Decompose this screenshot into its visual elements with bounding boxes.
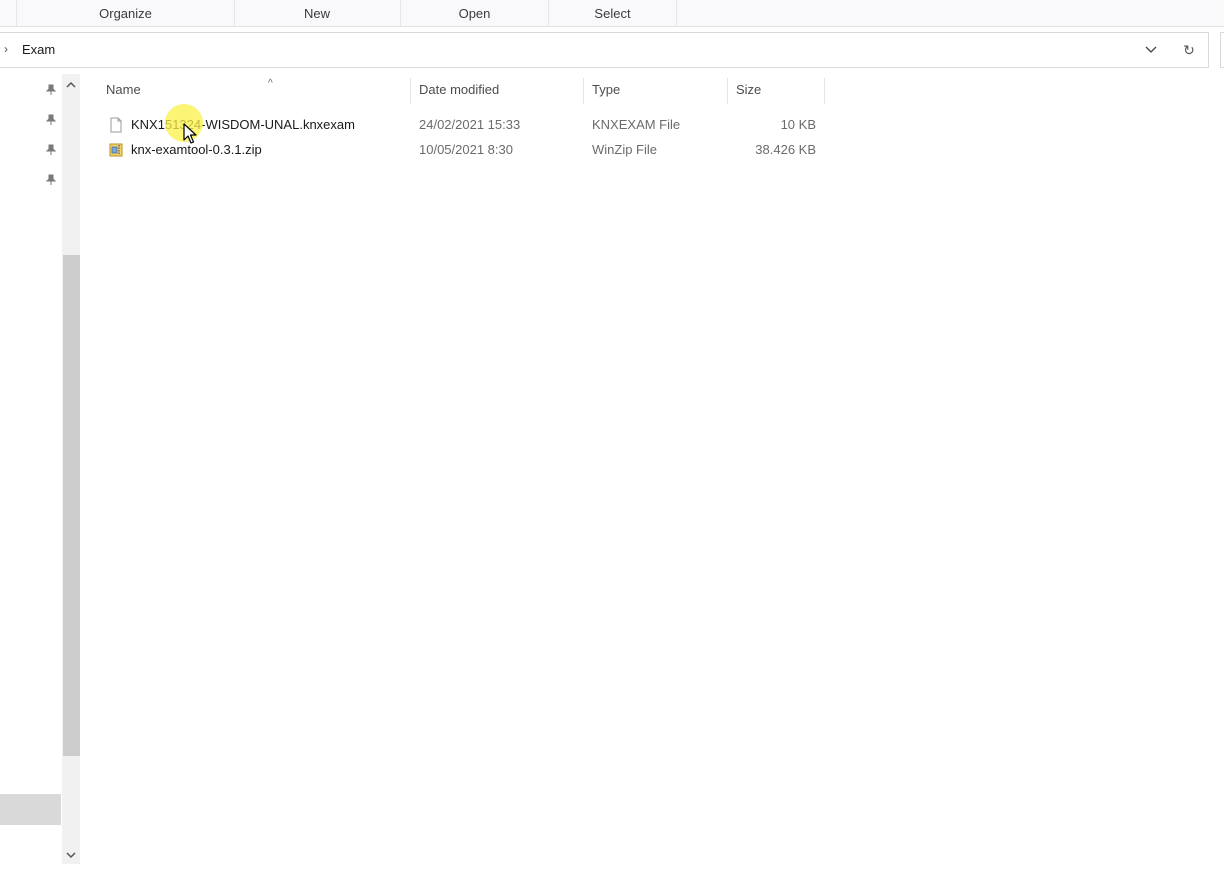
column-header-type-label: Type [592,82,621,97]
file-date: 24/02/2021 15:33 [419,117,521,132]
ribbon-group-new[interactable]: New [234,0,401,26]
file-row[interactable]: KNX151324-WISDOM-UNAL.knxexam 24/02/2021… [104,113,824,137]
chevron-right-icon[interactable]: › [4,42,8,56]
scroll-up-arrow-icon[interactable] [62,76,80,94]
column-header-size-label: Size [736,82,762,97]
column-header-date-label: Date modified [419,82,500,97]
ribbon-groups: Organize New Open Select [0,0,1224,27]
nav-selected-item[interactable] [0,794,61,825]
search-box[interactable] [1220,32,1224,68]
navigation-pane [0,74,62,864]
nav-scrollbar[interactable] [62,74,80,864]
pin-icon[interactable] [44,143,58,157]
file-type: KNXEXAM File [592,117,681,132]
pin-icon[interactable] [44,83,58,97]
column-header-date[interactable]: Date modified [411,78,584,104]
file-size: 10 KB [780,117,816,132]
column-header-size[interactable]: Size [728,78,825,104]
file-type: WinZip File [592,142,658,157]
ribbon-group-open[interactable]: Open [401,0,549,26]
zip-archive-icon [109,143,123,157]
scroll-down-arrow-icon[interactable] [62,846,80,864]
generic-file-icon [110,117,122,133]
pin-icon[interactable] [44,113,58,127]
address-row: › Exam ↻ [0,32,1224,68]
file-date: 10/05/2021 8:30 [419,142,513,157]
address-path[interactable]: Exam [22,42,55,57]
ribbon-group-select[interactable]: Select [549,0,677,26]
scroll-thumb[interactable] [63,255,80,756]
column-header-name-label: Name [106,82,141,97]
file-list: Name ^ Date modified Type Size KNX151324… [80,74,1224,874]
chevron-down-icon[interactable] [1142,39,1160,59]
file-size: 38.426 KB [755,142,816,157]
column-header-type[interactable]: Type [584,78,728,104]
refresh-button[interactable]: ↻ [1170,32,1209,68]
pin-icon[interactable] [44,173,58,187]
file-row[interactable]: knx-examtool-0.3.1.zip 10/05/2021 8:30 W… [104,138,824,162]
sort-ascending-icon: ^ [268,78,273,89]
refresh-icon: ↻ [1183,42,1195,58]
column-header-name[interactable]: Name ^ [98,78,411,104]
ribbon-group-organize[interactable]: Organize [16,0,235,26]
address-bar[interactable]: › Exam [0,32,1171,68]
mouse-cursor-icon [183,123,197,144]
